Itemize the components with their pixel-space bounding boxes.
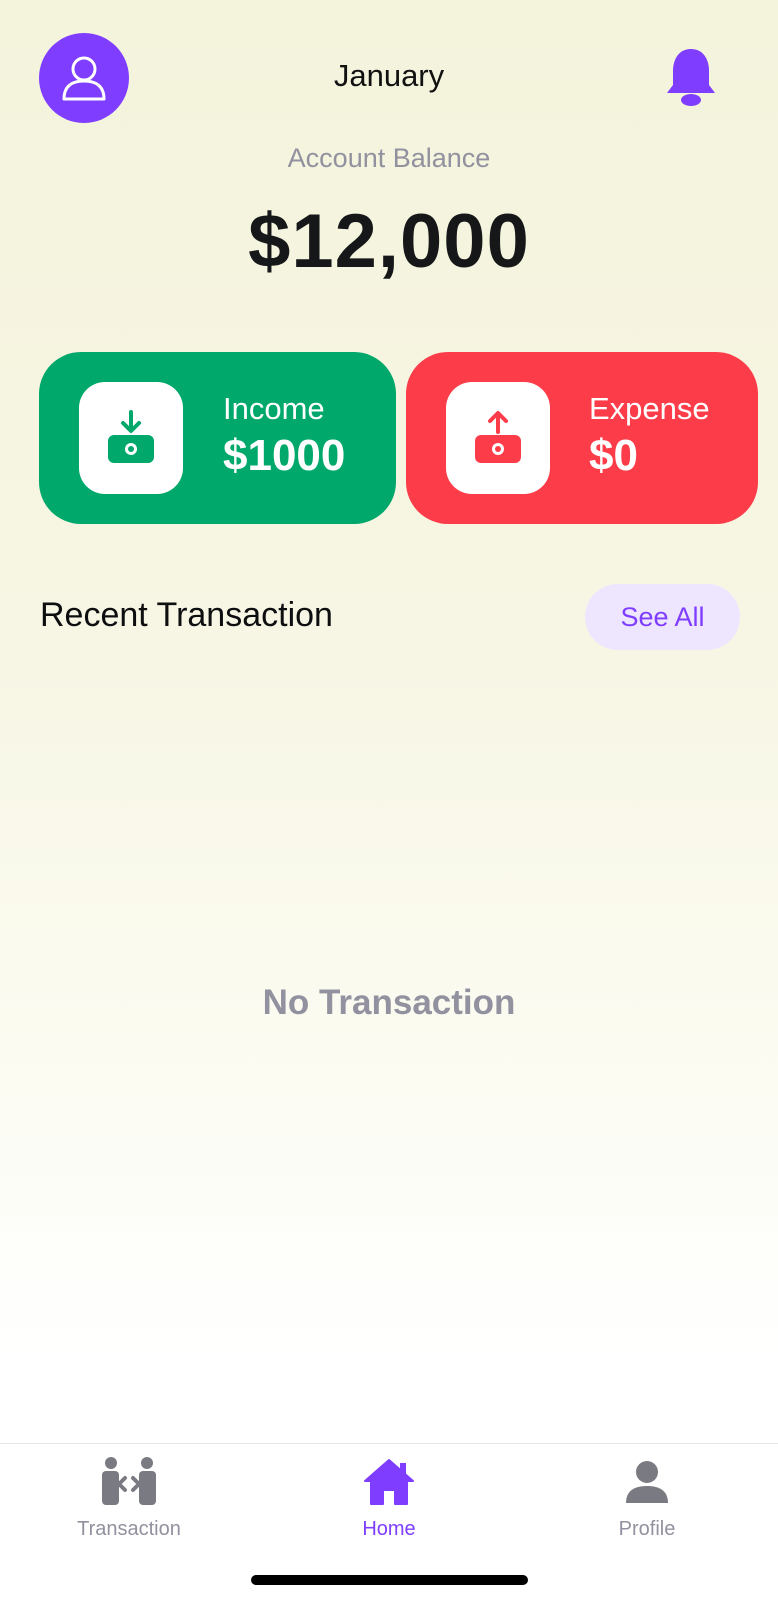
balance-label: Account Balance <box>287 143 491 173</box>
expense-wallet-icon <box>475 411 521 463</box>
nav-item-profile[interactable]: Profile <box>557 1454 737 1554</box>
header: January <box>0 0 778 160</box>
nav-item-home[interactable]: Home <box>299 1454 479 1554</box>
income-icon-box <box>79 382 183 494</box>
home-icon <box>359 1454 419 1510</box>
income-wallet-icon <box>108 410 154 463</box>
income-amount: $1000 <box>223 431 346 481</box>
notification-button[interactable] <box>660 40 722 114</box>
recent-transaction-title: Recent Transaction <box>40 596 333 634</box>
expense-text: Expense $0 <box>589 391 710 481</box>
income-label: Income <box>223 391 325 426</box>
expense-label: Expense <box>589 391 710 426</box>
expense-icon-box <box>446 382 550 494</box>
balance-value: $12,000 <box>248 199 530 284</box>
nav-label-transaction: Transaction <box>77 1518 181 1540</box>
income-card[interactable]: Income $1000 <box>39 352 396 524</box>
nav-label-profile: Profile <box>618 1518 676 1540</box>
see-all-button[interactable]: See All <box>585 584 740 650</box>
home-indicator <box>251 1575 528 1585</box>
expense-card[interactable]: Expense $0 <box>406 352 758 524</box>
income-text: Income $1000 <box>223 391 346 481</box>
nav-item-transaction[interactable]: Transaction <box>39 1454 219 1554</box>
empty-state-text: No Transaction <box>262 983 516 1022</box>
expense-amount: $0 <box>589 431 638 481</box>
profile-icon <box>617 1454 677 1510</box>
bell-icon <box>667 49 715 106</box>
transaction-icon <box>99 1454 159 1510</box>
nav-label-home: Home <box>362 1518 416 1540</box>
